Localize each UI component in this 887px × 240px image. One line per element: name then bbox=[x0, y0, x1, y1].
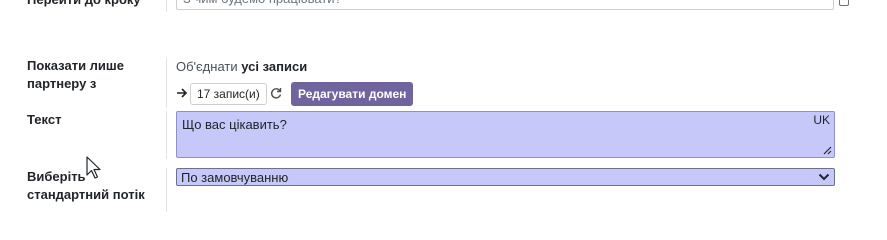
resize-handle-icon[interactable] bbox=[823, 146, 832, 155]
edit-domain-button[interactable]: Редагувати домен bbox=[291, 82, 414, 106]
refresh-icon[interactable] bbox=[270, 86, 282, 100]
external-link-icon[interactable] bbox=[839, 0, 849, 6]
domain-all-records: усі записи bbox=[241, 59, 308, 74]
divider bbox=[166, 168, 167, 212]
arrow-right-icon bbox=[177, 88, 188, 98]
textarea-value: Що вас цікавить? bbox=[182, 117, 287, 132]
divider bbox=[166, 0, 167, 12]
mouse-cursor-icon bbox=[86, 156, 101, 179]
form-section: Перейти до кроку З чим будемо працювати?… bbox=[0, 0, 887, 229]
domain-prefix: Об'єднати bbox=[176, 59, 238, 74]
divider bbox=[166, 111, 167, 159]
text-textarea[interactable]: Що вас цікавить? UK bbox=[176, 111, 835, 158]
record-count-button[interactable]: 17 запис(и) bbox=[190, 83, 267, 105]
domain-description: Об'єднати усі записи bbox=[176, 59, 307, 74]
partner-filter-label: Показати лише партнеру з bbox=[27, 58, 124, 91]
next-step-input[interactable]: З чим будемо працювати? bbox=[176, 0, 834, 10]
default-flow-select[interactable]: По замовчуванню bbox=[176, 168, 835, 186]
divider bbox=[166, 58, 167, 108]
language-toggle[interactable]: UK bbox=[813, 113, 830, 127]
top-field-label: Перейти до кроку bbox=[27, 0, 162, 9]
text-field-label: Текст bbox=[27, 112, 62, 127]
select-value: По замовчуванню bbox=[181, 170, 289, 185]
chevron-down-icon bbox=[818, 173, 830, 181]
